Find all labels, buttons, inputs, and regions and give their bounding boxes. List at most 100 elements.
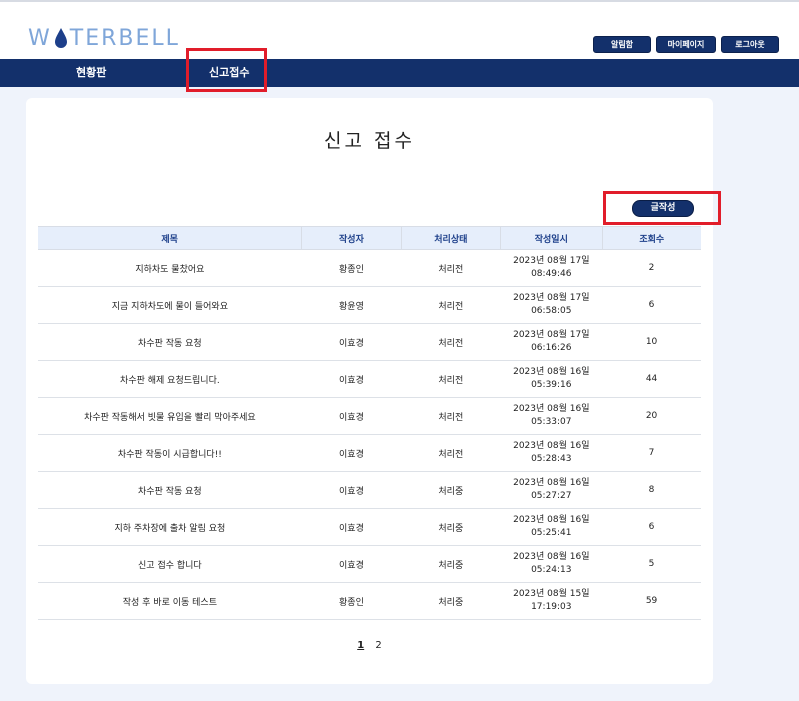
cell-status: 처리전 bbox=[401, 323, 501, 361]
logout-button[interactable]: 로그아웃 bbox=[721, 36, 779, 53]
pagination: 1 2 bbox=[0, 640, 739, 651]
cell-author: 황윤영 bbox=[301, 286, 402, 324]
cell-date: 2023년 08월 16일 05:24:13 bbox=[500, 545, 603, 583]
nav-item-dashboard[interactable]: 현황판 bbox=[76, 59, 106, 87]
cell-status: 처리중 bbox=[401, 545, 501, 583]
column-header-views: 조회수 bbox=[602, 226, 701, 250]
header: W TERBELL 알림함 마이페이지 로그아웃 bbox=[0, 2, 799, 59]
cell-title[interactable]: 차수판 작동이 시급합니다!! bbox=[38, 434, 302, 472]
cell-title[interactable]: 차수판 작동해서 빗물 유입을 빨리 막아주세요 bbox=[38, 397, 302, 435]
cell-date-time: 05:25:41 bbox=[531, 528, 572, 538]
table-row[interactable]: 지금 지하차도에 물이 들어와요 황윤영 처리전 2023년 08월 17일 06:58… bbox=[38, 286, 701, 324]
cell-author: 이효경 bbox=[301, 508, 402, 546]
cell-date-time: 06:16:26 bbox=[531, 343, 572, 353]
cell-title[interactable]: 차수판 작동 요청 bbox=[38, 323, 302, 361]
header-buttons: 알림함 마이페이지 로그아웃 bbox=[593, 36, 779, 53]
cell-date: 2023년 08월 17일 08:49:46 bbox=[500, 249, 603, 287]
cell-title[interactable]: 지하차도 물찼어요 bbox=[38, 249, 302, 287]
cell-date-day: 2023년 08월 16일 bbox=[513, 367, 590, 377]
page-link-1[interactable]: 1 bbox=[357, 640, 364, 651]
cell-title[interactable]: 지금 지하차도에 물이 들어와요 bbox=[38, 286, 302, 324]
cell-views: 8 bbox=[602, 471, 701, 509]
cell-views: 20 bbox=[602, 397, 701, 435]
cell-author: 이효경 bbox=[301, 360, 402, 398]
cell-views: 7 bbox=[602, 434, 701, 472]
column-header-title: 제목 bbox=[38, 226, 303, 250]
table-row[interactable]: 지하차도 물찼어요 황종인 처리전 2023년 08월 17일 08:49:46 2 bbox=[38, 249, 701, 287]
cell-date-day: 2023년 08월 17일 bbox=[513, 330, 590, 340]
cell-status: 처리전 bbox=[401, 434, 501, 472]
cell-views: 59 bbox=[602, 582, 701, 620]
cell-author: 황종인 bbox=[301, 249, 402, 287]
notifications-button[interactable]: 알림함 bbox=[593, 36, 651, 53]
cell-date-time: 05:28:43 bbox=[531, 454, 572, 464]
cell-author: 이효경 bbox=[301, 545, 402, 583]
column-header-status: 처리상태 bbox=[401, 226, 502, 250]
cell-status: 처리중 bbox=[401, 471, 501, 509]
table-row[interactable]: 차수판 해제 요청드립니다. 이효경 처리전 2023년 08월 16일 05:39:1… bbox=[38, 360, 701, 398]
cell-author: 이효경 bbox=[301, 434, 402, 472]
cell-author: 황종인 bbox=[301, 582, 402, 620]
table-row[interactable]: 신고 접수 합니다 이효경 처리중 2023년 08월 16일 05:24:13 5 bbox=[38, 545, 701, 583]
nav-highlight-box bbox=[186, 48, 267, 92]
cell-date: 2023년 08월 16일 05:27:27 bbox=[500, 471, 603, 509]
cell-date-time: 08:49:46 bbox=[531, 269, 572, 279]
cell-date-time: 06:58:05 bbox=[531, 306, 572, 316]
cell-date: 2023년 08월 16일 05:28:43 bbox=[500, 434, 603, 472]
logo-text-start: W bbox=[28, 25, 52, 51]
table-row[interactable]: 차수판 작동 요청 이효경 처리중 2023년 08월 16일 05:27:27 8 bbox=[38, 471, 701, 509]
cell-date-day: 2023년 08월 16일 bbox=[513, 404, 590, 414]
water-drop-icon bbox=[54, 28, 67, 48]
cell-date-time: 05:33:07 bbox=[531, 417, 572, 427]
table-row[interactable]: 차수판 작동 요청 이효경 처리전 2023년 08월 17일 06:16:26 10 bbox=[38, 323, 701, 361]
cell-status: 처리전 bbox=[401, 360, 501, 398]
table-row[interactable]: 지하 주차장에 출차 알림 요청 이효경 처리중 2023년 08월 16일 05:25… bbox=[38, 508, 701, 546]
cell-date-day: 2023년 08월 16일 bbox=[513, 552, 590, 562]
column-header-date: 작성일시 bbox=[500, 226, 603, 250]
cell-status: 처리중 bbox=[401, 582, 501, 620]
cell-status: 처리중 bbox=[401, 508, 501, 546]
cell-date-day: 2023년 08월 17일 bbox=[513, 293, 590, 303]
cell-date: 2023년 08월 17일 06:58:05 bbox=[500, 286, 603, 324]
page-link-2[interactable]: 2 bbox=[375, 640, 381, 651]
cell-title[interactable]: 차수판 해제 요청드립니다. bbox=[38, 360, 302, 398]
logo-text-end: TERBELL bbox=[69, 25, 180, 51]
table-row[interactable]: 차수판 작동해서 빗물 유입을 빨리 막아주세요 이효경 처리전 2023년 08월 … bbox=[38, 397, 701, 435]
cell-status: 처리전 bbox=[401, 286, 501, 324]
cell-date-time: 17:19:03 bbox=[531, 602, 572, 612]
page-title: 신고 접수 bbox=[324, 130, 415, 152]
table-row[interactable]: 차수판 작동이 시급합니다!! 이효경 처리전 2023년 08월 16일 05:28:… bbox=[38, 434, 701, 472]
cell-date-day: 2023년 08월 16일 bbox=[513, 441, 590, 451]
cell-date: 2023년 08월 16일 05:39:16 bbox=[500, 360, 603, 398]
cell-date: 2023년 08월 16일 05:25:41 bbox=[500, 508, 603, 546]
cell-status: 처리전 bbox=[401, 397, 501, 435]
cell-date: 2023년 08월 15일 17:19:03 bbox=[500, 582, 603, 620]
cell-date-day: 2023년 08월 16일 bbox=[513, 478, 590, 488]
cell-date: 2023년 08월 16일 05:33:07 bbox=[500, 397, 603, 435]
cell-date-day: 2023년 08월 15일 bbox=[513, 589, 590, 599]
main-nav: 현황판 신고접수 bbox=[0, 59, 799, 87]
cell-title[interactable]: 차수판 작동 요청 bbox=[38, 471, 302, 509]
cell-date-time: 05:39:16 bbox=[531, 380, 572, 390]
table-header-row: 제목 작성자 처리상태 작성일시 조회수 bbox=[38, 226, 701, 250]
cell-title[interactable]: 신고 접수 합니다 bbox=[38, 545, 302, 583]
cell-views: 5 bbox=[602, 545, 701, 583]
cell-views: 6 bbox=[602, 286, 701, 324]
logo[interactable]: W TERBELL bbox=[28, 24, 180, 52]
cell-status: 처리전 bbox=[401, 249, 501, 287]
write-highlight-box bbox=[603, 191, 721, 225]
cell-views: 44 bbox=[602, 360, 701, 398]
cell-title[interactable]: 지하 주차장에 출차 알림 요청 bbox=[38, 508, 302, 546]
cell-author: 이효경 bbox=[301, 471, 402, 509]
cell-author: 이효경 bbox=[301, 323, 402, 361]
cell-date-day: 2023년 08월 16일 bbox=[513, 515, 590, 525]
mypage-button[interactable]: 마이페이지 bbox=[656, 36, 716, 53]
cell-views: 10 bbox=[602, 323, 701, 361]
cell-views: 2 bbox=[602, 249, 701, 287]
report-table: 제목 작성자 처리상태 작성일시 조회수 지하차도 물찼어요 황종인 처리전 2023… bbox=[38, 226, 701, 620]
column-header-author: 작성자 bbox=[301, 226, 402, 250]
cell-date: 2023년 08월 17일 06:16:26 bbox=[500, 323, 603, 361]
cell-author: 이효경 bbox=[301, 397, 402, 435]
table-row[interactable]: 작성 후 바로 이동 테스트 황종인 처리중 2023년 08월 15일 17:19:0… bbox=[38, 582, 701, 620]
cell-title[interactable]: 작성 후 바로 이동 테스트 bbox=[38, 582, 302, 620]
